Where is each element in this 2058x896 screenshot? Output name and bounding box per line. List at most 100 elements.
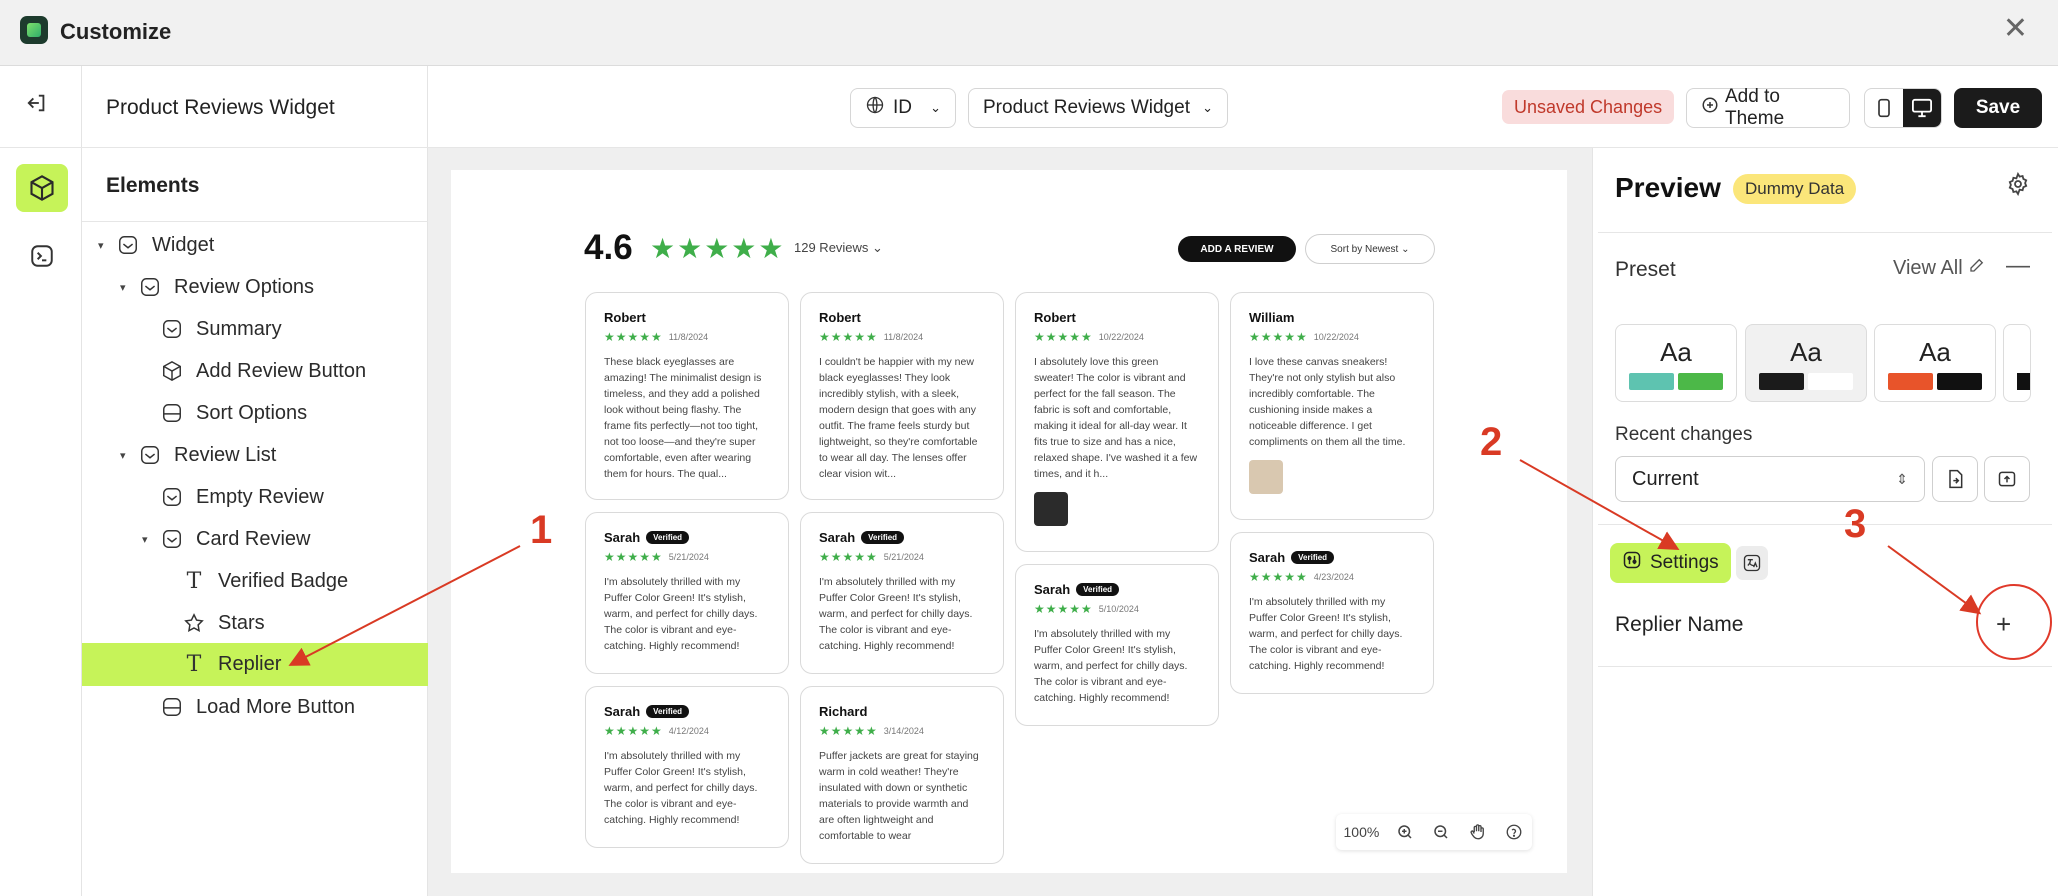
tree-label: Sort Options xyxy=(196,401,308,424)
help-icon[interactable] xyxy=(1496,823,1532,841)
review-text: I'm absolutely thrilled with my Puffer C… xyxy=(1034,628,1188,704)
review-card: Robert ★★★★★ 11/8/2024 I couldn't be happ… xyxy=(800,292,1004,500)
review-text: I absolutely love this green sweater! Th… xyxy=(1034,356,1198,480)
review-text: I love these canvas sneakers! They're no… xyxy=(1249,356,1406,448)
add-review-label: ADD A REVIEW xyxy=(1200,243,1274,255)
text-icon: T xyxy=(186,568,202,594)
review-card: Sarah Verified ★★★★★ 5/10/2024 I'm absolut… xyxy=(1015,564,1219,726)
preset-card[interactable]: Aa xyxy=(1874,324,1996,402)
reviewer-name: William xyxy=(1249,310,1295,325)
review-text: I'm absolutely thrilled with my Puffer C… xyxy=(604,576,758,652)
caret-down-icon[interactable]: ▾ xyxy=(120,281,138,294)
file-import-icon xyxy=(1949,469,1963,489)
view-all-label: View All xyxy=(1893,257,1963,279)
review-card: Sarah Verified ★★★★★ 5/21/2024 I'm absolut… xyxy=(800,512,1004,674)
review-photo[interactable] xyxy=(1034,492,1068,526)
chevron-down-icon: ⌄ xyxy=(930,100,941,115)
tree-label: Review List xyxy=(174,443,277,466)
add-to-theme-button[interactable]: Add to Theme xyxy=(1686,86,1850,129)
hand-icon[interactable] xyxy=(1459,823,1495,841)
chevron-down-icon: ⌄ xyxy=(1202,100,1213,115)
review-count[interactable]: 129 Reviews ⌄ xyxy=(794,240,883,256)
tree-item-add-review-button[interactable]: Add Review Button xyxy=(160,351,428,391)
collapse-icon[interactable]: — xyxy=(2006,252,2030,280)
caret-down-icon[interactable]: ▾ xyxy=(98,239,116,252)
zoom-level: 100% xyxy=(1343,824,1380,840)
section-icon xyxy=(160,527,184,551)
star-icon xyxy=(182,611,206,635)
exit-icon[interactable] xyxy=(26,92,48,121)
export-button[interactable] xyxy=(1984,456,2030,502)
preset-card[interactable] xyxy=(2003,324,2031,402)
review-date: 4/23/2024 xyxy=(1313,572,1354,582)
tree-label: Stars xyxy=(218,611,265,634)
save-button[interactable]: Save xyxy=(1954,88,2042,128)
view-all-link[interactable]: View All xyxy=(1893,256,1986,280)
settings-tab[interactable]: Settings xyxy=(1610,543,1731,583)
card-stars: ★★★★★ xyxy=(604,550,663,564)
average-rating: 4.6 xyxy=(584,228,633,267)
review-card: Robert ★★★★★ 10/22/2024 I absolutely love… xyxy=(1015,292,1219,552)
card-stars: ★★★★★ xyxy=(604,330,663,344)
card-stars: ★★★★★ xyxy=(819,330,878,344)
reviewer-name: Sarah xyxy=(819,530,856,545)
tree-item-verified-badge[interactable]: T Verified Badge xyxy=(182,561,428,601)
add-review-button[interactable]: ADD A REVIEW xyxy=(1178,236,1296,262)
reviewer-name: Richard xyxy=(819,704,868,719)
import-button[interactable] xyxy=(1932,456,1978,502)
reviewer-name: Sarah xyxy=(604,530,641,545)
mobile-icon[interactable] xyxy=(1865,89,1903,127)
zoom-out-icon[interactable] xyxy=(1423,823,1459,841)
review-photo[interactable] xyxy=(1249,460,1283,494)
preview-title: Preview xyxy=(1615,172,1721,203)
tree-item-load-more-button[interactable]: Load More Button xyxy=(160,687,428,727)
tree-label: Verified Badge xyxy=(218,569,349,592)
tree-item-review-list[interactable]: ▾ Review List xyxy=(120,435,428,475)
review-date: 10/22/2024 xyxy=(1098,332,1144,342)
translate-tab[interactable] xyxy=(1736,546,1768,580)
add-to-theme-label: Add to Theme xyxy=(1725,86,1785,129)
preset-card-selected[interactable]: Aa xyxy=(1745,324,1867,402)
tree-item-stars[interactable]: Stars xyxy=(182,603,428,643)
tree-item-sort-options[interactable]: Sort Options xyxy=(160,393,428,433)
zoom-in-icon[interactable] xyxy=(1387,823,1423,841)
caret-down-icon[interactable]: ▾ xyxy=(142,533,160,546)
preset-text: Aa xyxy=(1660,337,1692,367)
tree-item-card-review[interactable]: ▾ Card Review xyxy=(142,519,428,559)
card-stars: ★★★★★ xyxy=(1249,330,1308,344)
app-logo-icon xyxy=(20,16,48,44)
recent-changes-select[interactable]: Current ⇕ xyxy=(1615,456,1925,502)
annotation-number-3: 3 xyxy=(1844,502,1867,546)
widget-select-value: Product Reviews Widget xyxy=(983,97,1190,118)
tree-item-widget[interactable]: ▾ Widget xyxy=(98,225,428,265)
card-stars: ★★★★★ xyxy=(819,724,878,738)
tree-item-review-options[interactable]: ▾ Review Options xyxy=(120,267,428,307)
review-text: These black eyeglasses are amazing! The … xyxy=(604,356,762,480)
gear-icon[interactable] xyxy=(2006,171,2030,201)
recent-changes-value: Current xyxy=(1632,467,1699,490)
tree-item-replier[interactable]: T Replier xyxy=(82,643,428,686)
sort-select[interactable]: Sort by Newest ⌄ xyxy=(1305,234,1435,264)
review-text: I'm absolutely thrilled with my Puffer C… xyxy=(819,576,973,652)
elements-rail-button[interactable] xyxy=(16,164,68,212)
widget-select[interactable]: Product Reviews Widget ⌄ xyxy=(968,88,1228,128)
tree-label: Review Options xyxy=(174,275,315,298)
tree-item-summary[interactable]: Summary xyxy=(160,309,428,349)
title-bar: Customize ✕ xyxy=(0,0,2058,66)
container-icon xyxy=(160,401,184,425)
left-rail xyxy=(0,66,82,896)
preset-card[interactable]: Aa xyxy=(1615,324,1737,402)
caret-down-icon[interactable]: ▾ xyxy=(120,449,138,462)
tree-item-empty-review[interactable]: Empty Review xyxy=(160,477,428,517)
reviewer-name: Robert xyxy=(1034,310,1076,325)
code-rail-button[interactable] xyxy=(16,232,68,280)
terminal-icon xyxy=(31,245,53,267)
card-stars: ★★★★★ xyxy=(1034,602,1093,616)
desktop-icon[interactable] xyxy=(1903,89,1941,127)
close-icon[interactable]: ✕ xyxy=(2003,14,2028,44)
plus-circle-icon xyxy=(1701,96,1719,120)
verified-badge: Verified xyxy=(861,531,905,544)
review-date: 10/22/2024 xyxy=(1313,332,1359,342)
review-date: 5/21/2024 xyxy=(668,552,709,562)
language-select[interactable]: ID ⌄ xyxy=(850,88,956,128)
